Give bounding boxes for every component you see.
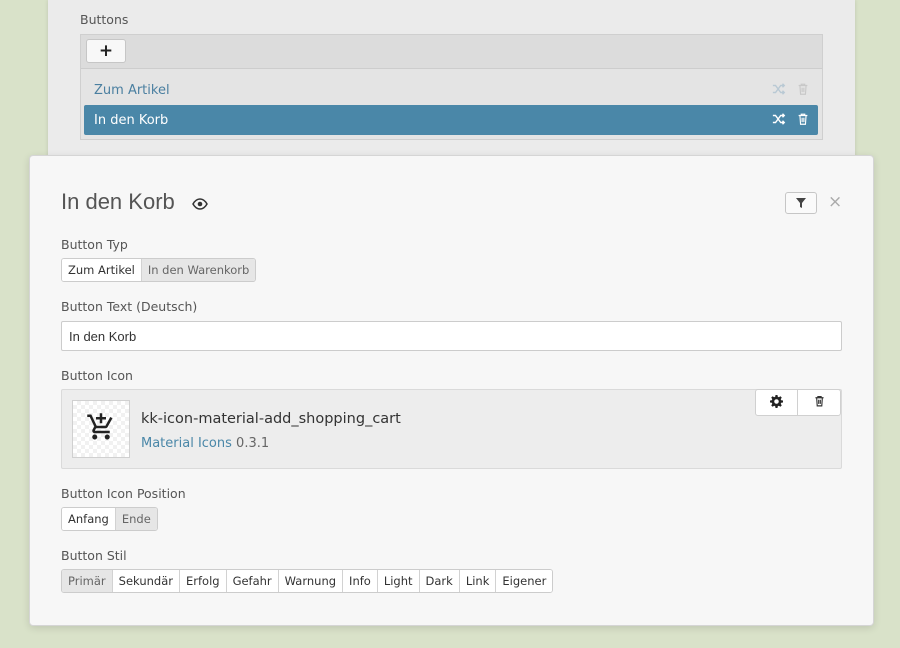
icon-settings-button[interactable] — [756, 390, 798, 415]
style-option-link[interactable]: Link — [459, 570, 497, 592]
style-option-sekundaer[interactable]: Sekundär — [112, 570, 180, 592]
button-style-selector: Primär Sekundär Erfolg Gefahr Warnung In… — [61, 569, 554, 593]
trash-icon[interactable] — [796, 112, 810, 126]
button-type-label: Button Typ — [61, 237, 128, 252]
close-icon[interactable]: × — [828, 192, 842, 212]
button-text-label: Button Text (Deutsch) — [61, 299, 198, 314]
style-option-light[interactable]: Light — [377, 570, 420, 592]
buttons-panel: Buttons + Zum Artikel In den Korb — [48, 0, 855, 160]
style-option-erfolg[interactable]: Erfolg — [179, 570, 227, 592]
list-item-label: In den Korb — [94, 112, 169, 128]
filter-icon — [795, 194, 807, 213]
button-type-selector: Zum Artikel In den Warenkorb — [61, 258, 257, 282]
position-option-ende[interactable]: Ende — [115, 508, 157, 530]
icon-thumbnail[interactable] — [72, 400, 130, 458]
style-option-gefahr[interactable]: Gefahr — [226, 570, 279, 592]
shuffle-icon[interactable] — [772, 112, 786, 126]
icon-name: kk-icon-material-add_shopping_cart — [141, 411, 401, 427]
icon-position-selector: Anfang Ende — [61, 507, 158, 531]
icon-position-label: Button Icon Position — [61, 486, 186, 501]
icon-delete-button[interactable] — [798, 390, 840, 415]
shuffle-icon[interactable] — [772, 82, 786, 96]
list-item-label: Zum Artikel — [94, 82, 170, 98]
eye-icon[interactable] — [192, 195, 208, 214]
add-shopping-cart-icon — [86, 412, 116, 446]
style-option-eigener[interactable]: Eigener — [496, 570, 553, 592]
button-style-label: Button Stil — [61, 548, 127, 563]
gear-icon — [770, 393, 783, 412]
buttons-list: + Zum Artikel In den Korb — [80, 34, 823, 140]
trash-icon — [813, 393, 826, 412]
style-option-dark[interactable]: Dark — [419, 570, 460, 592]
list-item-selected[interactable]: In den Korb — [84, 105, 818, 135]
button-icon-label: Button Icon — [61, 368, 133, 383]
button-edit-modal: In den Korb × Button Typ Zum Artikel In … — [29, 155, 874, 626]
style-option-warnung[interactable]: Warnung — [278, 570, 344, 592]
button-text-input[interactable] — [61, 321, 842, 351]
type-option-zum-artikel[interactable]: Zum Artikel — [62, 259, 142, 281]
list-toolbar: + — [81, 35, 822, 69]
modal-title: In den Korb — [61, 189, 175, 214]
position-option-anfang[interactable]: Anfang — [62, 508, 116, 530]
buttons-section-label: Buttons — [80, 12, 129, 27]
filter-button[interactable] — [785, 192, 817, 214]
type-option-in-den-warenkorb[interactable]: In den Warenkorb — [141, 259, 256, 281]
icon-preview-box: kk-icon-material-add_shopping_cart Mater… — [61, 389, 842, 469]
style-option-primaer[interactable]: Primär — [62, 570, 113, 592]
icon-library-version: 0.3.1 — [236, 436, 270, 451]
style-option-info[interactable]: Info — [343, 570, 378, 592]
icon-library-link[interactable]: Material Icons — [141, 436, 232, 451]
icon-library: Material Icons 0.3.1 — [141, 436, 269, 451]
trash-icon[interactable] — [796, 82, 810, 96]
add-button[interactable]: + — [86, 39, 126, 63]
icon-actions — [755, 389, 841, 416]
list-item[interactable]: Zum Artikel — [84, 75, 818, 105]
